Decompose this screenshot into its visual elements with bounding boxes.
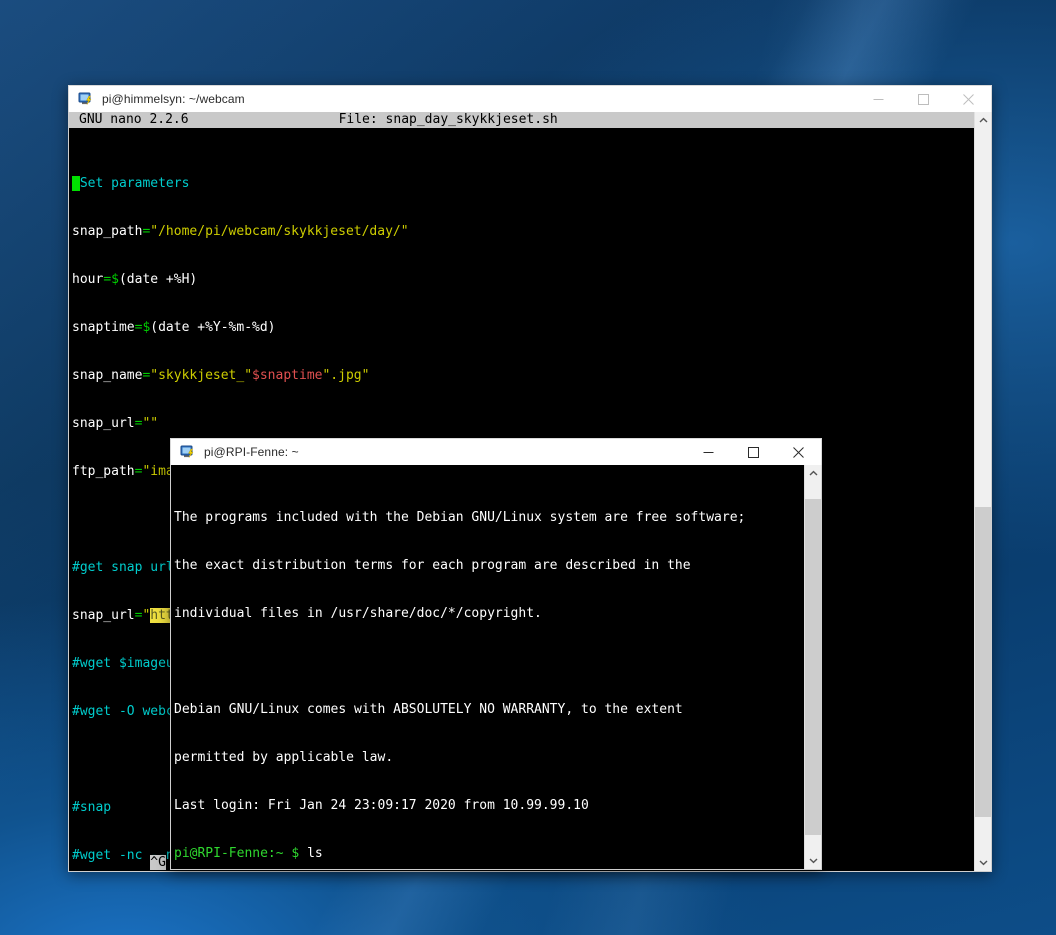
minimize-icon[interactable] — [686, 439, 731, 465]
close-icon[interactable] — [776, 439, 821, 465]
motd-line: the exact distribution terms for each pr… — [174, 558, 691, 573]
window2-controls[interactable] — [686, 439, 821, 465]
scroll-up-arrow-icon[interactable] — [805, 465, 821, 482]
window2-scroll-thumb[interactable] — [805, 499, 821, 835]
window2-title: pi@RPI-Fenne: ~ — [204, 445, 299, 459]
bash-output-area[interactable]: The programs included with the Debian GN… — [171, 478, 804, 869]
scroll-up-arrow-icon[interactable] — [975, 112, 991, 129]
bash-terminal[interactable]: The programs included with the Debian GN… — [171, 465, 804, 869]
window1-scrollbar[interactable] — [974, 112, 991, 871]
nano-version: GNU nano 2.2.6 — [79, 112, 189, 127]
putty-icon — [180, 444, 196, 460]
putty-icon — [78, 91, 94, 107]
nano-filename: File: snap_day_skykkjeset.sh — [338, 112, 558, 127]
maximize-icon[interactable] — [731, 439, 776, 465]
nano-header: GNU nano 2.2.6 File: snap_day_skykkjeset… — [69, 112, 974, 128]
close-icon[interactable] — [946, 86, 991, 112]
last-login-line: Last login: Fri Jan 24 23:09:17 2020 fro… — [174, 798, 589, 813]
window1-titlebar[interactable]: pi@himmelsyn: ~/webcam — [68, 85, 992, 112]
window1-title: pi@himmelsyn: ~/webcam — [102, 92, 245, 106]
motd-line: individual files in /usr/share/doc/*/cop… — [174, 606, 542, 621]
motd-line: permitted by applicable law. — [174, 750, 394, 765]
shell-prompt: pi@RPI-Fenne:~ $ — [174, 846, 300, 861]
scroll-down-arrow-icon[interactable] — [975, 854, 991, 871]
maximize-icon[interactable] — [901, 86, 946, 112]
minimize-icon[interactable] — [856, 86, 901, 112]
shell-command: ls — [307, 846, 323, 861]
motd-line: Debian GNU/Linux comes with ABSOLUTELY N… — [174, 702, 683, 717]
window2-body: The programs included with the Debian GN… — [170, 465, 822, 870]
putty-window-rpi-fenne[interactable]: pi@RPI-Fenne: ~ The programs included wi… — [170, 438, 822, 870]
window1-controls[interactable] — [856, 86, 991, 112]
scroll-down-arrow-icon[interactable] — [805, 852, 821, 869]
window1-scroll-thumb[interactable] — [975, 507, 991, 817]
motd-line: The programs included with the Debian GN… — [174, 510, 746, 525]
window2-scrollbar[interactable] — [804, 465, 821, 869]
window2-titlebar[interactable]: pi@RPI-Fenne: ~ — [170, 438, 822, 465]
